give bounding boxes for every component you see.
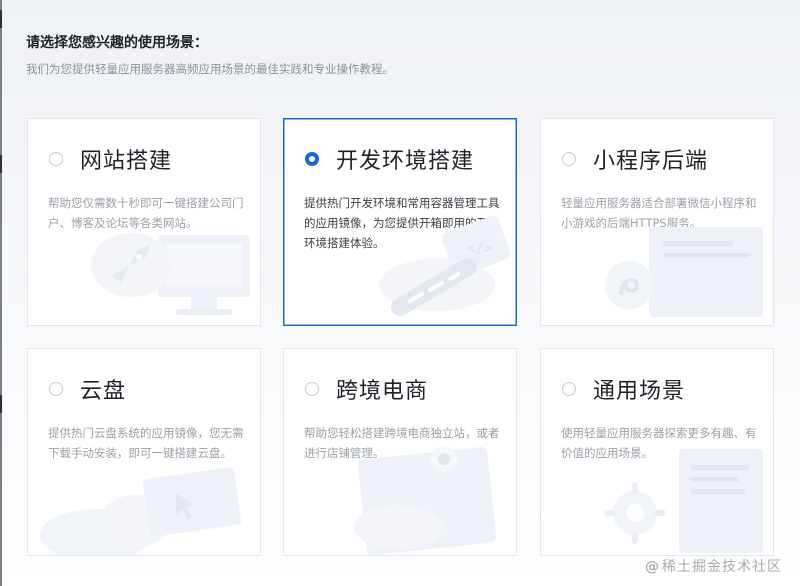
watermark-text: 稀土掘金技术社区 <box>662 559 782 575</box>
edge-tick <box>0 155 2 173</box>
scenario-card-miniprogram[interactable]: 小程序后端 轻量应用服务器适合部署微信小程序和小游戏的后端HTTPS服务。 <box>540 118 774 326</box>
card-title: 小程序后端 <box>593 149 709 174</box>
card-title: 通用场景 <box>593 379 686 404</box>
watermark: @ 稀土掘金技术社区 <box>645 556 782 576</box>
scenario-card-cloud-disk[interactable]: 云盘 提供热门云盘系统的应用镜像，您无需下载手动安装，即可一键搭建云盘。 <box>27 348 261 556</box>
card-description: 轻量应用服务器适合部署微信小程序和小游戏的后端HTTPS服务。 <box>561 196 757 230</box>
card-description: 帮助您仅需数十秒即可一键搭建公司门户、博客及论坛等各类网站。 <box>48 196 244 230</box>
radio-button[interactable] <box>49 152 63 166</box>
left-window-edge <box>0 0 2 586</box>
radio-button[interactable] <box>562 152 576 166</box>
card-description: 使用轻量应用服务器探索更多有趣、有价值的应用场景。 <box>561 426 757 460</box>
card-description: 帮助您轻松搭建跨境电商独立站，或者进行店铺管理。 <box>304 426 500 460</box>
watermark-at: @ <box>645 559 660 575</box>
scenario-card-dev-env[interactable]: 开发环境搭建 提供热门开发环境和常用容器管理工具的应用镜像，为您提供开箱即用的开… <box>283 118 517 326</box>
radio-button[interactable] <box>305 382 319 396</box>
card-description: 提供热门云盘系统的应用镜像，您无需下载手动安装，即可一键搭建云盘。 <box>48 426 244 460</box>
edge-tick <box>0 10 2 28</box>
page-subtitle: 我们为您提供轻量应用服务器高频应用场景的最佳实践和专业操作教程。 <box>26 62 394 76</box>
scenario-card-website[interactable]: 网站搭建 帮助您仅需数十秒即可一键搭建公司门户、博客及论坛等各类网站。 <box>27 118 261 326</box>
page-title: 请选择您感兴趣的使用场景： <box>26 35 208 51</box>
card-title: 跨境电商 <box>336 379 429 404</box>
card-title: 云盘 <box>80 379 127 404</box>
card-description: 提供热门开发环境和常用容器管理工具的应用镜像，为您提供开箱即用的开发环境搭建体验… <box>304 196 500 250</box>
scenario-card-ecommerce[interactable]: 跨境电商 帮助您轻松搭建跨境电商独立站，或者进行店铺管理。 <box>283 348 517 556</box>
radio-button[interactable] <box>49 382 63 396</box>
radio-button[interactable] <box>562 382 576 396</box>
edge-tick <box>0 395 2 413</box>
scenario-card-general[interactable]: 通用场景 使用轻量应用服务器探索更多有趣、有价值的应用场景。 <box>540 348 774 556</box>
card-title: 开发环境搭建 <box>336 149 475 174</box>
radio-button-selected[interactable] <box>305 152 319 166</box>
card-title: 网站搭建 <box>80 149 173 174</box>
